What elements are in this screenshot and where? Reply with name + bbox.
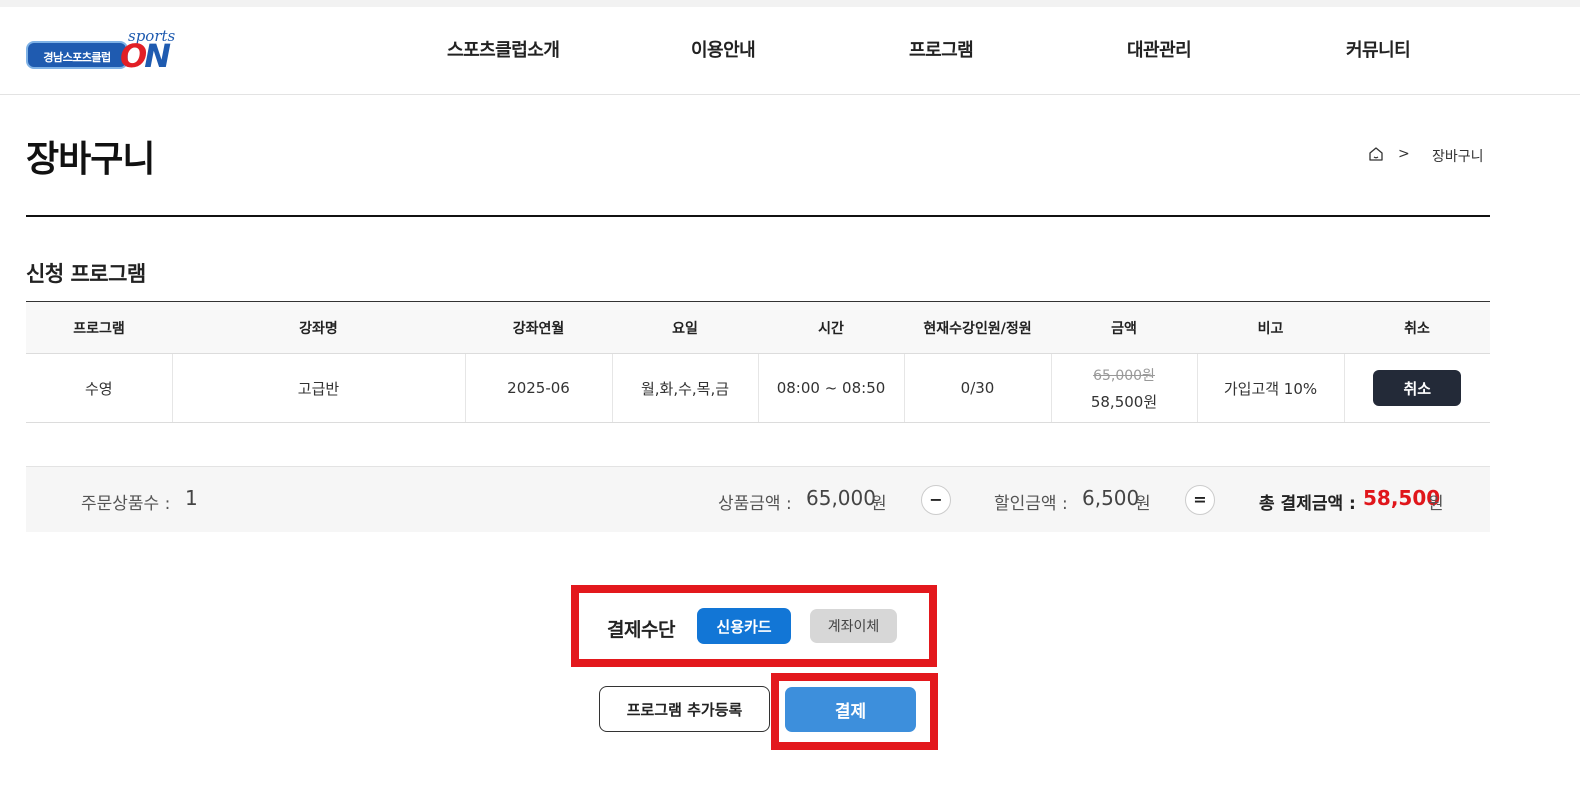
logo-on-text: ON: [120, 37, 171, 75]
cell-month: 2025-06: [465, 353, 613, 423]
nav-community[interactable]: 커뮤니티: [1346, 36, 1411, 62]
logo-badge: 경남스포츠클럽: [26, 41, 128, 69]
order-count-value: 1: [185, 486, 198, 510]
page-title: 장바구니: [26, 139, 155, 180]
logo-badge-text: 경남스포츠클럽: [43, 51, 111, 64]
cell-days: 월,화,수,목,금: [612, 353, 759, 423]
title-divider: [26, 215, 1490, 217]
col-header-note: 비고: [1197, 301, 1344, 354]
payment-method-label: 결제수단: [607, 619, 675, 641]
credit-card-option[interactable]: 신용카드: [697, 608, 791, 644]
nav-club-intro[interactable]: 스포츠클럽소개: [447, 36, 560, 62]
breadcrumb-current: 장바구니: [1432, 149, 1484, 165]
original-price: 65,000원: [1093, 367, 1155, 384]
col-header-enrollment: 현재수강인원/정원: [904, 301, 1051, 354]
col-header-course: 강좌명: [172, 301, 465, 354]
order-summary: 주문상품수 : 1 상품금액 : 65,000 원 − 할인금액 : 6,500…: [26, 466, 1490, 532]
table-row: 수영 고급반 2025-06 월,화,수,목,금 08:00 ~ 08:50 0…: [26, 353, 1490, 423]
discount-amount-label: 할인금액 :: [994, 494, 1068, 514]
col-header-program: 프로그램: [26, 301, 172, 354]
total-amount-unit: 원: [1428, 494, 1444, 514]
home-icon[interactable]: [1368, 146, 1384, 162]
site-logo[interactable]: 경남스포츠클럽 sports ON: [26, 27, 184, 75]
minus-icon: −: [921, 485, 951, 515]
product-amount-label: 상품금액 :: [718, 494, 792, 514]
cell-cancel: 취소: [1344, 353, 1490, 423]
cancel-button[interactable]: 취소: [1373, 370, 1462, 406]
col-header-price: 금액: [1051, 301, 1197, 354]
equals-icon: =: [1185, 485, 1215, 515]
nav-programs[interactable]: 프로그램: [909, 36, 974, 62]
cell-time: 08:00 ~ 08:50: [758, 353, 905, 423]
pay-button[interactable]: 결제: [785, 687, 916, 732]
discount-amount-unit: 원: [1135, 494, 1151, 514]
product-amount-unit: 원: [871, 494, 887, 514]
site-header: 경남스포츠클럽 sports ON 스포츠클럽소개 이용안내 프로그램 대관관리…: [0, 7, 1580, 95]
col-header-time: 시간: [758, 301, 904, 354]
nav-usage-guide[interactable]: 이용안내: [691, 36, 756, 62]
breadcrumb-separator: >: [1398, 146, 1410, 162]
product-amount-value: 65,000: [806, 486, 876, 510]
section-title: 신청 프로그램: [26, 262, 146, 286]
cell-course: 고급반: [172, 353, 466, 423]
cell-note: 가입고객 10%: [1197, 353, 1345, 423]
nav-facility-rental[interactable]: 대관관리: [1127, 36, 1192, 62]
col-header-days: 요일: [612, 301, 758, 354]
total-amount-label: 총 결제금액 :: [1259, 494, 1356, 514]
cart-table: 프로그램 강좌명 강좌연월 요일 시간 현재수강인원/정원 금액 비고 취소 수…: [26, 301, 1490, 423]
order-count-label: 주문상품수 :: [81, 494, 171, 514]
table-header-row: 프로그램 강좌명 강좌연월 요일 시간 현재수강인원/정원 금액 비고 취소: [26, 301, 1490, 354]
cell-price: 65,000원 58,500원: [1051, 353, 1198, 423]
discount-amount-value: 6,500: [1082, 486, 1140, 510]
col-header-month: 강좌연월: [465, 301, 612, 354]
col-header-cancel: 취소: [1344, 301, 1490, 354]
cell-enrollment: 0/30: [904, 353, 1052, 423]
top-strip: [0, 0, 1580, 7]
cell-program: 수영: [26, 353, 173, 423]
add-program-button[interactable]: 프로그램 추가등록: [599, 686, 770, 732]
bank-transfer-option[interactable]: 계좌이체: [810, 609, 897, 643]
discounted-price: 58,500원: [1090, 392, 1158, 411]
